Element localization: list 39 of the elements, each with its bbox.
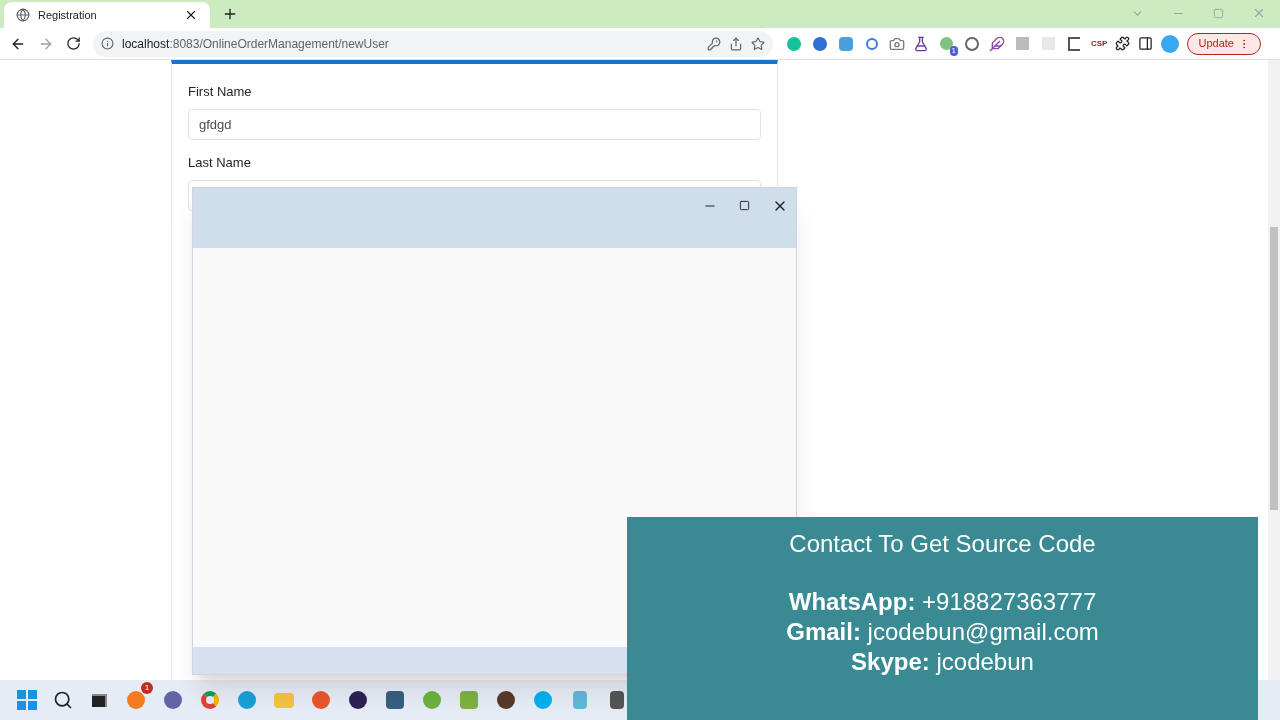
browser-tab[interactable]: Registration [4,2,210,28]
key-icon[interactable] [707,36,721,51]
maximize-icon[interactable] [739,200,750,211]
update-button[interactable]: Update [1187,32,1261,55]
leaf-icon[interactable] [421,689,443,711]
close-icon[interactable] [184,8,198,22]
app-icon[interactable] [384,689,406,711]
notification-badge: 1 [141,682,153,694]
reload-icon[interactable] [66,36,81,51]
profile-avatar[interactable] [1161,34,1180,53]
new-tab-icon[interactable] [222,6,238,22]
flask-icon[interactable] [913,35,929,52]
app-icon[interactable] [347,689,369,711]
camera-icon[interactable] [889,35,905,52]
share-icon[interactable] [729,36,743,51]
url-text: localhost:8083/OnlineOrderManagement/newUser [122,35,390,53]
info-icon [101,37,114,50]
extension-badge: 1 [949,45,958,56]
search-icon[interactable] [53,690,73,710]
field-label: Last Name [188,154,252,170]
contact-line: WhatsApp: +918827363777 [788,587,1097,617]
side-panel-icon[interactable] [1138,36,1154,51]
banner-title: Contact To Get Source Code [789,529,1096,559]
extension-icon[interactable] [1065,34,1083,53]
field-label: First Name [188,83,253,99]
contact-line: Skype: jcodebun [851,647,1034,677]
csp-label[interactable]: CSP [1091,37,1108,50]
scrollbar-thumb[interactable] [1270,227,1278,510]
address-bar[interactable]: localhost:8083/OnlineOrderManagement/newUser [93,30,773,57]
app-icon[interactable] [495,689,517,711]
windows-logo-icon[interactable] [16,689,38,711]
feather-icon[interactable] [989,35,1005,52]
star-icon[interactable] [751,36,765,51]
scrollbar[interactable] [1268,60,1280,680]
globe-icon [16,8,30,22]
puzzle-icon[interactable] [1115,36,1131,51]
tab-title: Registration [38,7,98,23]
input-field[interactable]: gfdgd [188,109,761,140]
contact-line: Gmail: jcodebun@gmail.com [786,617,1099,647]
